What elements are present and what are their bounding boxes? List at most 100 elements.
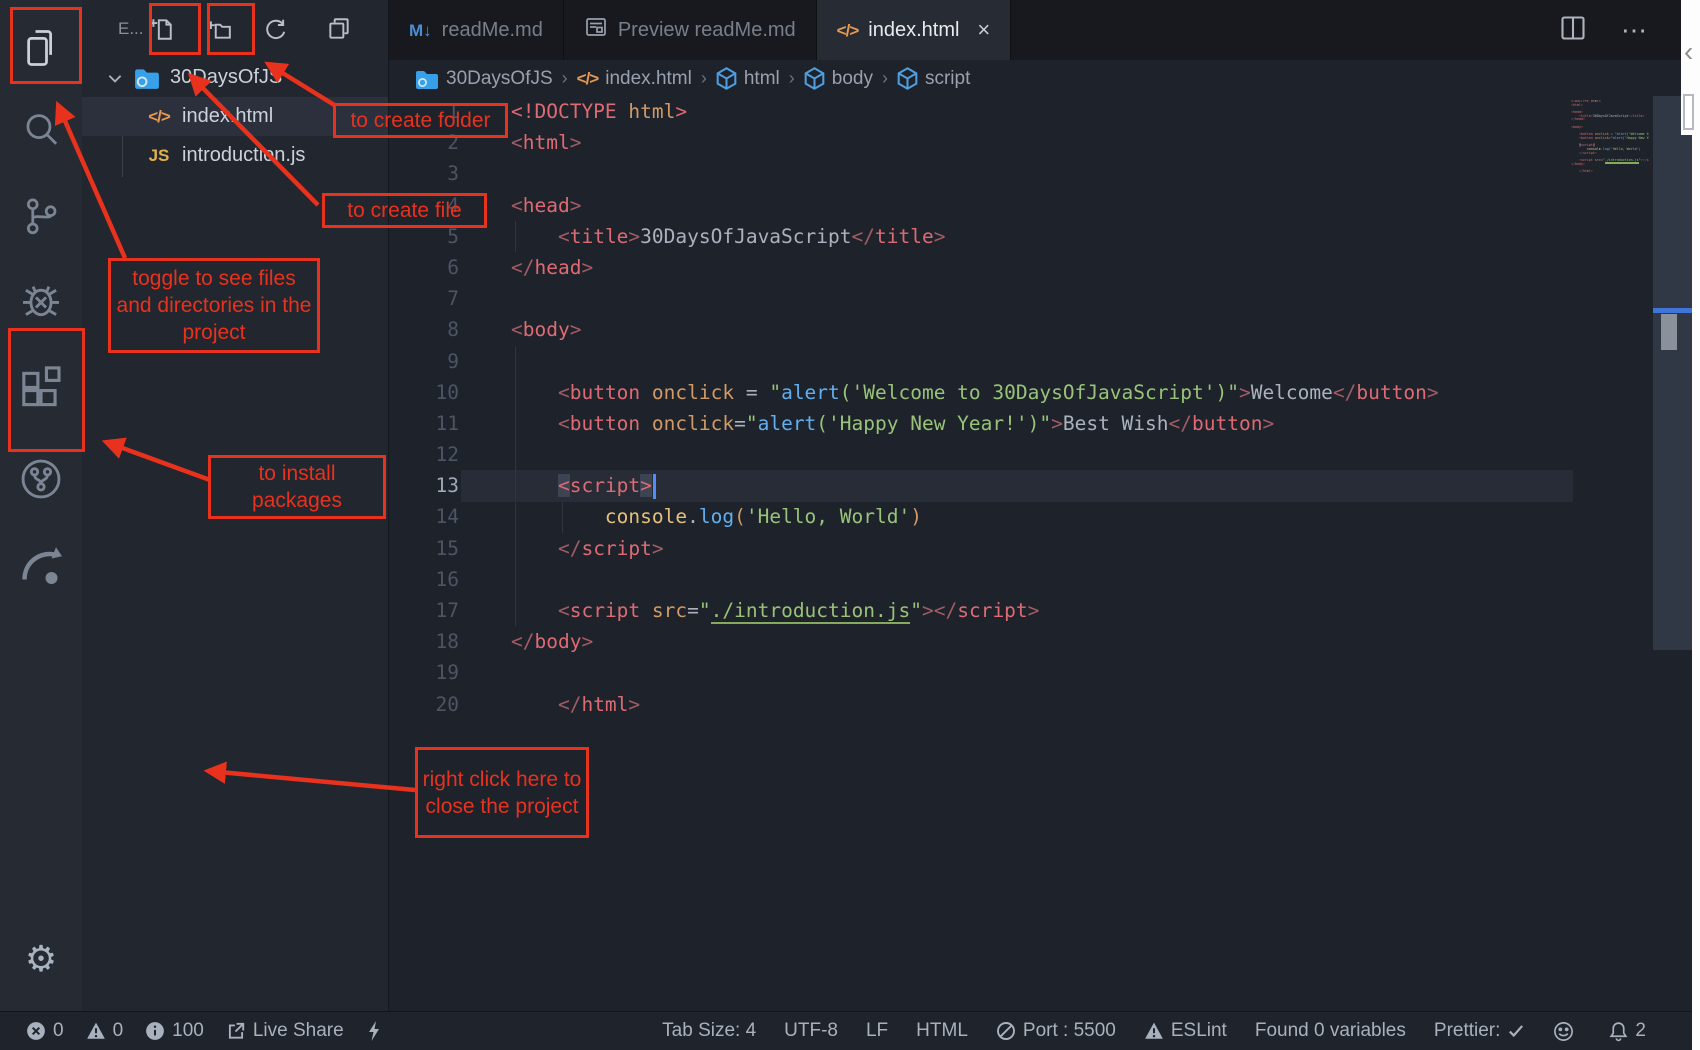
- collapse-folders-button[interactable]: [326, 16, 352, 47]
- status-item-html[interactable]: HTML: [916, 1020, 968, 1042]
- chevron-down-icon: [106, 69, 124, 87]
- code-line-3: 3: [389, 158, 1639, 189]
- status-item-eslint[interactable]: ESLint: [1144, 1020, 1227, 1042]
- breadcrumb-item-html[interactable]: html: [716, 67, 780, 90]
- check-icon: [1507, 1022, 1525, 1040]
- status-item-port-5500[interactable]: Port : 5500: [996, 1020, 1116, 1042]
- cube-icon: [897, 67, 918, 90]
- status-item-utf-8[interactable]: UTF-8: [784, 1020, 838, 1042]
- debug-icon[interactable]: [0, 278, 82, 324]
- tab-label: index.html: [868, 19, 959, 42]
- status-item-live-share[interactable]: Live Share: [226, 1020, 344, 1042]
- tab-label: readMe.md: [442, 19, 543, 42]
- line-number: 1: [389, 96, 459, 127]
- scrollbar-thumb[interactable]: [1661, 314, 1677, 350]
- code-line-10: 10 <button onclick = "alert('Welcome to …: [389, 377, 1639, 408]
- tree-root-folder[interactable]: 30DaysOfJS: [82, 58, 388, 97]
- line-number: 9: [389, 346, 459, 377]
- editor-scrollbar[interactable]: [1653, 96, 1695, 650]
- warning-triangle-icon: [86, 1021, 106, 1041]
- status-item-tab-size-4[interactable]: Tab Size: 4: [662, 1020, 756, 1042]
- chevron-left-icon[interactable]: ‹: [1684, 36, 1693, 68]
- error-circle-icon: [26, 1021, 46, 1041]
- settings-gear-icon[interactable]: ⚙: [0, 942, 82, 978]
- extensions-icon[interactable]: [0, 364, 82, 414]
- js-file-icon: JS: [144, 146, 174, 166]
- tab-index.html[interactable]: </>index.html×: [817, 0, 1012, 60]
- status-item-found-0-variables[interactable]: Found 0 variables: [1255, 1020, 1406, 1042]
- close-icon[interactable]: ×: [977, 17, 990, 43]
- status-item-0[interactable]: 0: [26, 1020, 64, 1042]
- code-line-7: 7: [389, 283, 1639, 314]
- status-item-100[interactable]: 100: [145, 1020, 204, 1042]
- page-scrollbar-top: ‹: [1681, 0, 1700, 135]
- status-item-0[interactable]: 0: [86, 1020, 124, 1042]
- live-share-export-icon: [226, 1021, 246, 1041]
- line-number: 4: [389, 190, 459, 221]
- line-number: 3: [389, 158, 459, 189]
- new-file-button[interactable]: [148, 16, 174, 47]
- files-explorer-icon[interactable]: [0, 26, 82, 70]
- breadcrumb-item-30DaysOfJS[interactable]: 30DaysOfJS: [415, 68, 553, 90]
- status-bar: 00 100 Live Share Tab Size: 4 UTF-8 LF HTML Po…: [0, 1011, 1694, 1050]
- code-line-4: 4<head>: [389, 190, 1639, 221]
- page-scrollbar-thumb[interactable]: [1683, 94, 1694, 130]
- lightning-icon: [366, 1020, 382, 1042]
- html-icon: </>: [577, 69, 599, 89]
- code-line-12: 12: [389, 439, 1639, 470]
- tree-file-introduction.js[interactable]: JS introduction.js: [82, 136, 388, 175]
- breadcrumb-separator: ›: [882, 68, 888, 89]
- slash-circle-icon: [996, 1021, 1016, 1041]
- code-line-20: 20 </html>: [389, 689, 1639, 720]
- refresh-button[interactable]: [262, 16, 288, 47]
- code-editor[interactable]: 1<!DOCTYPE html>2<html>34<head>5 <title>…: [389, 96, 1639, 720]
- split-editor-icon[interactable]: [1559, 14, 1587, 47]
- code-line-11: 11 <button onclick="alert('Happy New Yea…: [389, 408, 1639, 439]
- cube-icon: [716, 67, 737, 90]
- code-line-17: 17 <script src="./introduction.js"></scr…: [389, 595, 1639, 626]
- explorer-sidebar: E... 30DaysOfJS </>index.html JS: [82, 0, 388, 1011]
- folder-icon: [132, 66, 162, 90]
- source-control-icon[interactable]: [0, 194, 82, 238]
- breadcrumb-item-body[interactable]: body: [804, 67, 873, 90]
- breadcrumb-separator: ›: [701, 68, 707, 89]
- line-number: 20: [389, 689, 459, 720]
- status-item-2[interactable]: 2: [1609, 1020, 1646, 1042]
- root-folder-label: 30DaysOfJS: [170, 66, 282, 89]
- tab-preview-readme.md[interactable]: Preview readMe.md: [564, 0, 817, 60]
- tab-readme.md[interactable]: M↓readMe.md: [389, 0, 564, 60]
- editor-actions: ⋯: [1559, 0, 1649, 60]
- live-share-activity-icon[interactable]: [0, 542, 82, 590]
- status-item-lightning[interactable]: [366, 1020, 389, 1042]
- file-label: introduction.js: [182, 144, 305, 167]
- breadcrumb: 30DaysOfJS›</>index.html›html›body›scrip…: [389, 60, 1695, 97]
- minimap[interactable]: <!DOCTYPE html><html><head> <title>30Day…: [1571, 100, 1649, 174]
- status-item-lf[interactable]: LF: [866, 1020, 888, 1042]
- search-icon[interactable]: [0, 108, 82, 152]
- scrollbar-cursor-marker: [1653, 308, 1695, 313]
- breadcrumb-item-index.html[interactable]: </>index.html: [577, 68, 692, 90]
- info-circle-icon: [145, 1021, 165, 1041]
- code-line-14: 14 console.log('Hello, World'): [389, 501, 1639, 532]
- activity-bar: ⚙: [0, 0, 82, 1011]
- status-item-prettier-[interactable]: Prettier:: [1434, 1020, 1526, 1042]
- new-folder-button[interactable]: [206, 16, 232, 47]
- breadcrumb-item-script[interactable]: script: [897, 67, 970, 90]
- line-number: 5: [389, 221, 459, 252]
- line-number: 17: [389, 595, 459, 626]
- line-number: 13: [389, 470, 459, 501]
- tab-bar: M↓readMe.mdPreview readMe.md</>index.htm…: [389, 0, 1695, 60]
- status-item-smiley[interactable]: [1553, 1021, 1581, 1042]
- line-number: 6: [389, 252, 459, 283]
- page-scrollbar-track[interactable]: [1692, 0, 1700, 1050]
- code-line-16: 16: [389, 564, 1639, 595]
- smiley-icon: [1553, 1021, 1574, 1042]
- explorer-header: E...: [82, 0, 388, 58]
- more-actions-icon[interactable]: ⋯: [1621, 15, 1649, 46]
- line-number: 2: [389, 127, 459, 158]
- line-number: 15: [389, 533, 459, 564]
- tree-file-index.html[interactable]: </>index.html: [82, 97, 388, 136]
- remote-circle-branch-icon[interactable]: [0, 456, 82, 502]
- code-line-8: 8<body>: [389, 314, 1639, 345]
- file-label: index.html: [182, 105, 273, 128]
